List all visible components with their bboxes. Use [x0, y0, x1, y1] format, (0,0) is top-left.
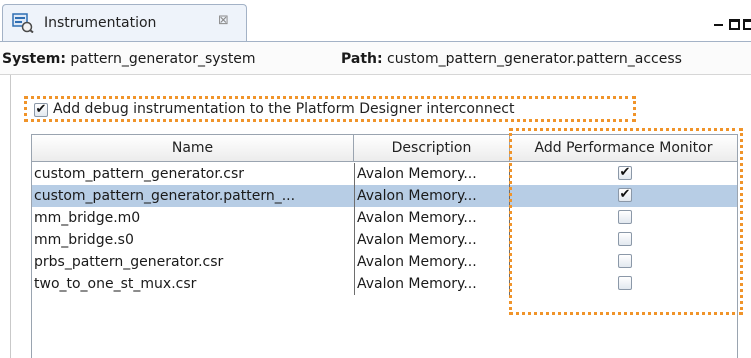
- info-bar: System: pattern_generator_system Path: c…: [0, 42, 751, 75]
- perf-monitor-cell: [510, 251, 737, 273]
- interface-description: Avalon Memory...: [354, 163, 510, 185]
- path-info: Path: custom_pattern_generator.pattern_a…: [341, 51, 682, 67]
- perf-monitor-checkbox[interactable]: [618, 276, 632, 290]
- interface-description: Avalon Memory...: [354, 251, 510, 273]
- system-label: System:: [2, 51, 66, 67]
- tab-title: Instrumentation: [44, 15, 157, 31]
- restore-icon[interactable]: [743, 19, 751, 30]
- column-header-perf-monitor[interactable]: Add Performance Monitor: [510, 135, 737, 161]
- table-row[interactable]: custom_pattern_generator.pattern_... Aval…: [32, 185, 737, 207]
- panel-border: [10, 75, 11, 358]
- debug-instrumentation-option: ✔ Add debug instrumentation to the Platf…: [24, 96, 636, 122]
- perf-monitor-cell: ✔: [510, 163, 737, 185]
- minimize-icon[interactable]: [714, 24, 723, 26]
- window-controls: [711, 16, 751, 36]
- table-header: Name Description Add Performance Monitor: [32, 135, 737, 162]
- perf-monitor-cell: [510, 273, 737, 295]
- system-value: pattern_generator_system: [70, 51, 256, 67]
- interface-name: custom_pattern_generator.csr: [34, 166, 245, 182]
- instrumentation-icon: [12, 13, 34, 33]
- perf-monitor-checkbox[interactable]: [618, 210, 632, 224]
- tab-instrumentation[interactable]: Instrumentation ⊠: [2, 4, 247, 42]
- interface-name: prbs_pattern_generator.csr: [34, 254, 224, 270]
- perf-monitor-cell: [510, 229, 737, 251]
- path-label: Path:: [341, 51, 383, 67]
- close-icon[interactable]: ⊠: [218, 13, 229, 28]
- interface-name: custom_pattern_generator.pattern_...: [34, 188, 296, 204]
- perf-monitor-checkbox[interactable]: [618, 232, 632, 246]
- perf-monitor-cell: [510, 207, 737, 229]
- column-header-description[interactable]: Description: [354, 135, 510, 161]
- perf-monitor-checkbox[interactable]: [618, 254, 632, 268]
- interface-description: Avalon Memory...: [354, 185, 510, 207]
- table-row[interactable]: mm_bridge.m0 Avalon Memory...: [32, 207, 737, 229]
- table-row[interactable]: prbs_pattern_generator.csr Avalon Memory.…: [32, 251, 737, 273]
- path-value: custom_pattern_generator.pattern_access: [387, 51, 682, 67]
- table-row[interactable]: mm_bridge.s0 Avalon Memory...: [32, 229, 737, 251]
- perf-monitor-checkbox[interactable]: ✔: [618, 166, 632, 180]
- table-body: custom_pattern_generator.csr Avalon Memor…: [32, 163, 737, 295]
- debug-instrumentation-checkbox[interactable]: ✔: [34, 103, 48, 117]
- interface-description: Avalon Memory...: [354, 207, 510, 229]
- perf-monitor-checkbox[interactable]: ✔: [618, 188, 632, 202]
- table-row[interactable]: custom_pattern_generator.csr Avalon Memor…: [32, 163, 737, 185]
- interface-name: two_to_one_st_mux.csr: [34, 276, 197, 292]
- maximize-icon[interactable]: [729, 19, 740, 30]
- interface-description: Avalon Memory...: [354, 229, 510, 251]
- view-tab-bar: Instrumentation ⊠: [0, 0, 751, 42]
- system-info: System: pattern_generator_system: [2, 51, 256, 67]
- table-row[interactable]: two_to_one_st_mux.csr Avalon Memory...: [32, 273, 737, 295]
- interface-description: Avalon Memory...: [354, 273, 510, 295]
- interfaces-table: Name Description Add Performance Monitor…: [31, 134, 738, 358]
- perf-monitor-cell: ✔: [510, 185, 737, 207]
- interface-name: mm_bridge.m0: [34, 210, 141, 226]
- interface-name: mm_bridge.s0: [34, 232, 134, 248]
- debug-instrumentation-label[interactable]: Add debug instrumentation to the Platfor…: [53, 101, 515, 117]
- column-header-name[interactable]: Name: [32, 135, 354, 161]
